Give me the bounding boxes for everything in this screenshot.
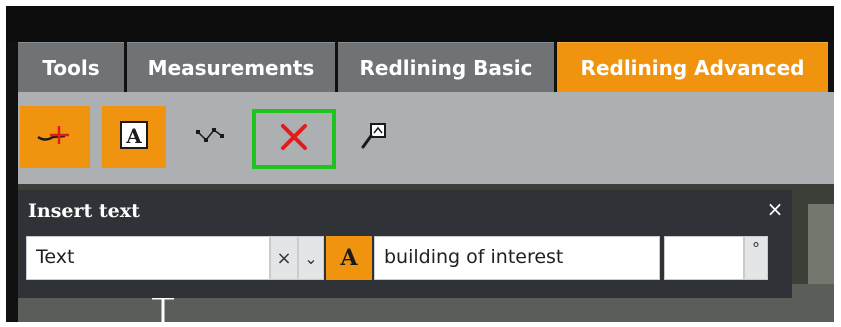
vertex-edit-button[interactable] — [188, 116, 232, 160]
svg-text:A: A — [125, 124, 142, 148]
insert-text-panel: Insert text × Text × ⌄ A building of int… — [18, 190, 792, 298]
font-size-input[interactable] — [664, 236, 744, 280]
tab-tools[interactable]: Tools — [18, 42, 124, 92]
clear-icon[interactable]: × — [270, 236, 298, 280]
draw-line-icon — [35, 122, 75, 152]
chevron-down-icon[interactable]: ⌄ — [298, 236, 324, 280]
delete-icon — [278, 121, 310, 157]
rotation-icon[interactable]: ° — [744, 236, 768, 280]
text-tool-button[interactable]: A — [102, 106, 166, 168]
font-style-button[interactable]: A — [326, 236, 372, 280]
panel-title: Insert text — [28, 200, 140, 222]
zoom-to-annotation-icon — [359, 121, 389, 155]
app-window: Tools Measurements Redlining Basic Redli… — [6, 6, 834, 322]
tab-redlining-advanced[interactable]: Redlining Advanced — [557, 42, 828, 92]
zoom-to-annotation-button[interactable] — [352, 116, 396, 160]
tab-bar: Tools Measurements Redlining Basic Redli… — [18, 42, 828, 92]
close-icon[interactable]: × — [764, 198, 786, 220]
vertex-edit-icon — [194, 124, 226, 152]
tab-measurements[interactable]: Measurements — [127, 42, 335, 92]
tab-redlining-basic[interactable]: Redlining Basic — [338, 42, 554, 92]
top-band — [6, 6, 834, 42]
text-tool-icon: A — [119, 120, 149, 154]
text-type-field[interactable]: Text — [26, 236, 270, 280]
draw-line-button[interactable] — [20, 106, 90, 168]
label-text-input[interactable]: building of interest — [374, 236, 660, 280]
redlining-toolbar: A — [18, 92, 834, 184]
delete-button[interactable] — [252, 109, 336, 169]
